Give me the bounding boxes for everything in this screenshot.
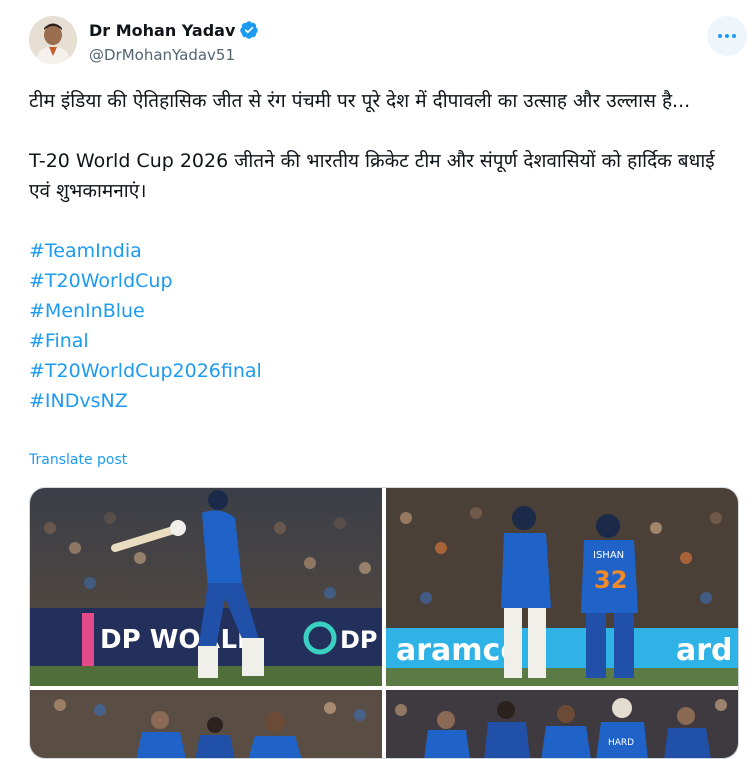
hashtag-link[interactable]: #T20WorldCup xyxy=(29,266,729,296)
more-options-icon[interactable] xyxy=(707,16,747,56)
avatar[interactable] xyxy=(29,16,77,64)
photo1-banner-text: DP WORLD xyxy=(100,625,259,655)
hashtag-link[interactable]: #TeamIndia xyxy=(29,236,729,266)
photo2-banner-right-text: ard xyxy=(676,633,733,668)
photo-batsmen-pair[interactable]: aramco ard ISHAN 32 xyxy=(386,488,738,686)
hashtag-link[interactable]: #MenInBlue xyxy=(29,296,729,326)
photo2-jersey-name: ISHAN xyxy=(593,550,624,561)
photo2-jersey-number: 32 xyxy=(594,566,627,594)
photo-celebration-right[interactable]: HARD xyxy=(386,690,738,758)
tweet-paragraph-1: टीम इंडिया की ऐतिहासिक जीत से रंग पंचमी … xyxy=(29,90,691,112)
tweet-body: टीम इंडिया की ऐतिहासिक जीत से रंग पंचमी … xyxy=(29,86,729,416)
verified-badge-icon xyxy=(240,21,259,39)
hashtag-link[interactable]: #Final xyxy=(29,326,729,356)
photo1-banner-right-text: DP xyxy=(340,626,378,654)
photo-batsman[interactable]: DP WORLD DP xyxy=(30,488,382,686)
photo4-jersey-name: HARD xyxy=(608,738,634,748)
hashtag-link[interactable]: #INDvsNZ xyxy=(29,386,729,416)
tweet-paragraph-2: T-20 World Cup 2026 जीतने की भारतीय क्रि… xyxy=(29,150,715,202)
tweet-header: Dr Mohan Yadav @DrMohanYadav51 xyxy=(29,16,747,72)
author-name-row: Dr Mohan Yadav xyxy=(89,20,259,40)
photo-celebration-left[interactable] xyxy=(30,690,382,758)
author-name[interactable]: Dr Mohan Yadav xyxy=(89,21,235,40)
media-grid: DP WORLD DP aramco ard ISHAN 32 HARD xyxy=(29,487,739,759)
hashtag-link[interactable]: #T20WorldCup2026final xyxy=(29,356,729,386)
translate-post-link[interactable]: Translate post xyxy=(29,452,127,468)
photo2-banner-text: aramco xyxy=(396,633,521,668)
author-handle[interactable]: @DrMohanYadav51 xyxy=(89,46,235,64)
